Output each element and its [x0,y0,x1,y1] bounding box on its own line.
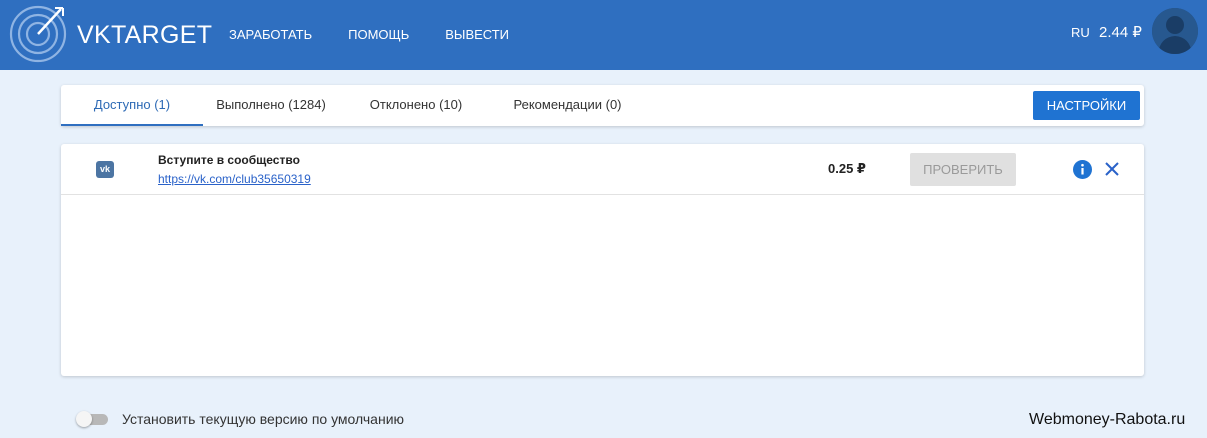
target-logo-icon[interactable] [8,4,68,64]
language-switcher[interactable]: RU [1071,25,1090,40]
tab-rejected[interactable]: Отклонено (10) [356,85,476,126]
user-silhouette-icon [1152,8,1198,54]
settings-button[interactable]: НАСТРОЙКИ [1033,91,1140,120]
tab-completed[interactable]: Выполнено (1284) [206,85,336,126]
toggle-label: Установить текущую версию по умолчанию [122,411,405,427]
nav-earn-link[interactable]: ЗАРАБОТАТЬ [229,27,312,43]
task-row: vk Вступите в сообщество https://vk.com/… [61,144,1144,195]
check-button[interactable]: ПРОВЕРИТЬ [910,153,1016,186]
balance: 2.44 ₽ [1099,24,1142,41]
task-link[interactable]: https://vk.com/club35650319 [158,172,311,186]
info-icon[interactable] [1073,160,1092,179]
close-icon[interactable] [1104,161,1120,177]
main-nav: ЗАРАБОТАТЬ ПОМОЩЬ ВЫВЕСТИ [229,0,545,70]
vk-icon-text: vk [99,164,110,174]
default-version-toggle[interactable] [76,411,108,427]
tab-available[interactable]: Доступно (1) [61,85,203,126]
task-list: vk Вступите в сообщество https://vk.com/… [61,144,1144,376]
tab-recommendations[interactable]: Рекомендации (0) [495,85,640,126]
avatar[interactable] [1152,8,1198,54]
toggle-knob [76,411,92,427]
task-price: 0.25 ₽ [828,161,866,176]
brand-target: TARGET [110,21,213,49]
active-tab-indicator [61,124,203,126]
brand-vk: VK [77,21,111,49]
tabs-bar: Доступно (1) Выполнено (1284) Отклонено … [61,85,1144,126]
watermark: Webmoney-Rabota.ru [1029,411,1186,428]
nav-withdraw-link[interactable]: ВЫВЕСТИ [445,27,509,43]
vk-icon: vk [96,161,114,178]
top-navbar: VKTARGET ЗАРАБОТАТЬ ПОМОЩЬ ВЫВЕСТИ RU 2.… [0,0,1207,70]
brand-name[interactable]: VKTARGET [77,20,212,50]
nav-help-link[interactable]: ПОМОЩЬ [348,27,409,43]
task-title: Вступите в сообщество [158,153,300,167]
